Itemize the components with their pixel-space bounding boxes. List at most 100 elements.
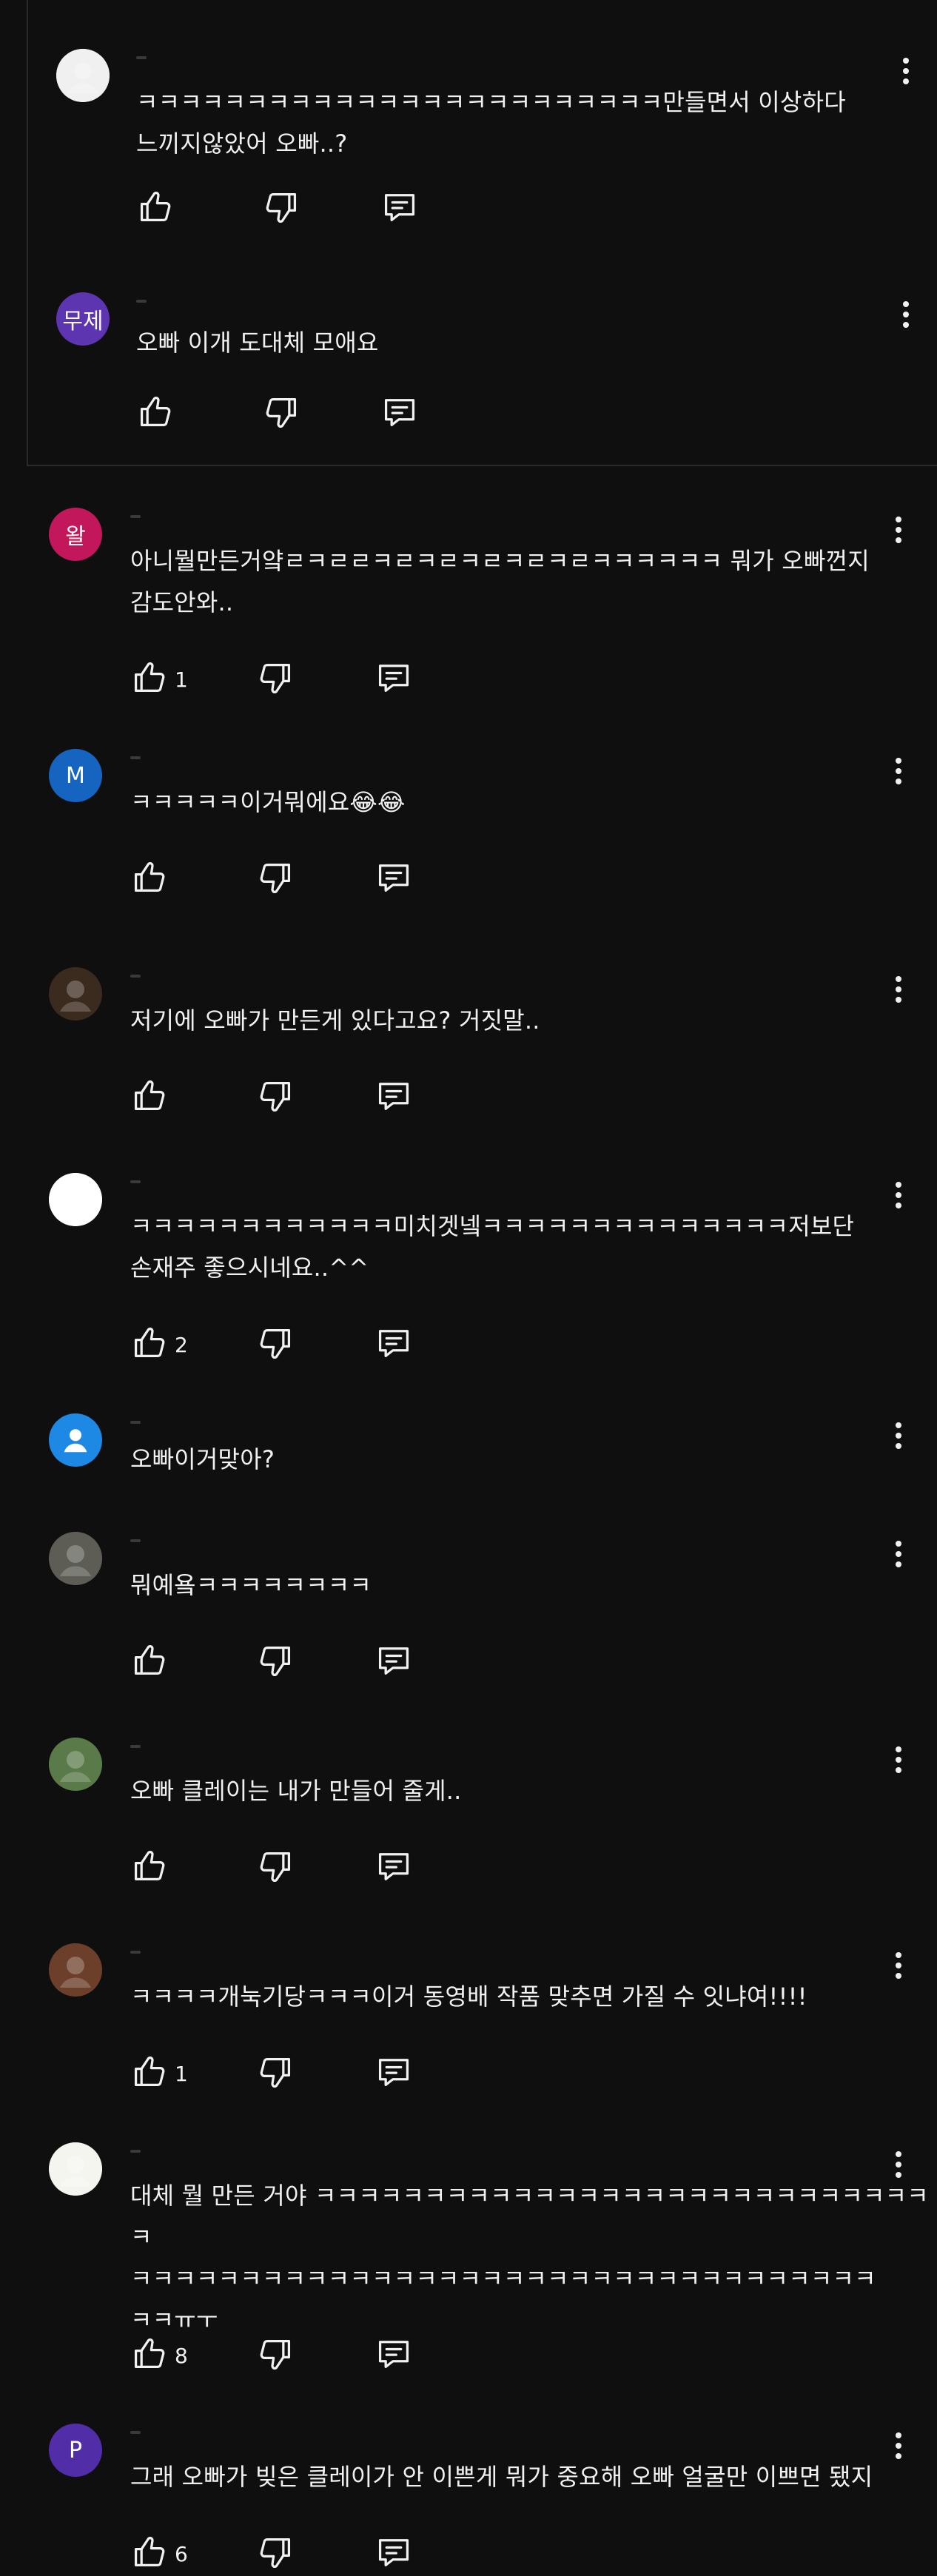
like-button[interactable]	[130, 1075, 169, 1120]
more-options-icon[interactable]	[890, 1532, 907, 1576]
comment-reply-icon	[375, 1324, 413, 1365]
reply-button[interactable]	[375, 2532, 413, 2576]
more-options-icon[interactable]	[890, 1738, 907, 1782]
reply-button[interactable]	[375, 1075, 413, 1120]
reply-button[interactable]	[375, 1846, 413, 1890]
avatar[interactable]	[49, 1738, 102, 1791]
comment-reply-icon	[375, 1077, 413, 1118]
more-options-icon[interactable]	[890, 508, 907, 552]
thumb-up-icon	[130, 1077, 169, 1118]
more-options-icon[interactable]	[897, 292, 915, 337]
avatar-initial: 왈	[65, 524, 86, 550]
more-options-icon[interactable]	[890, 2142, 907, 2187]
thumb-up-icon	[130, 1641, 169, 1683]
more-options-icon[interactable]	[890, 1943, 907, 1988]
like-button[interactable]: 1	[130, 2051, 188, 2096]
dislike-button[interactable]	[262, 391, 300, 436]
dislike-button[interactable]	[256, 657, 295, 702]
author-name[interactable]	[130, 1180, 141, 1183]
reply-button[interactable]	[375, 1640, 413, 1684]
like-button[interactable]: 6	[130, 2532, 188, 2576]
profile-photo-icon	[49, 1532, 102, 1585]
avatar[interactable]: M	[49, 749, 102, 802]
thumb-up-icon	[130, 2053, 169, 2094]
more-options-icon[interactable]	[890, 1413, 907, 1458]
avatar[interactable]	[49, 1943, 102, 1997]
like-button[interactable]	[130, 1640, 169, 1684]
avatar[interactable]: 무제	[56, 292, 110, 346]
comment-reply-icon	[380, 188, 419, 229]
dislike-button[interactable]	[256, 857, 295, 901]
author-name[interactable]	[130, 1951, 141, 1954]
more-options-icon[interactable]	[890, 2424, 907, 2468]
avatar-initial: M	[66, 762, 85, 789]
thumb-up-icon	[130, 659, 169, 700]
dislike-button[interactable]	[262, 186, 300, 231]
reply-button[interactable]	[380, 391, 419, 436]
author-name[interactable]	[130, 975, 141, 978]
dislike-button[interactable]	[256, 1075, 295, 1120]
thumb-down-icon	[256, 659, 295, 700]
author-name[interactable]	[130, 515, 141, 518]
profile-photo-icon	[49, 1738, 102, 1791]
comment-reply-icon	[375, 2335, 413, 2376]
avatar[interactable]	[56, 49, 110, 102]
dislike-button[interactable]	[256, 1322, 295, 1367]
comment-text: ㅋㅋㅋㅋㅋㅋㅋㅋㅋㅋㅋㅋ미치겟넼ㅋㅋㅋㅋㅋㅋㅋㅋㅋㅋㅋㅋㅋㅋ저보단 손재주 좋으…	[130, 1212, 855, 1282]
author-name[interactable]	[130, 1745, 141, 1748]
default-user-icon	[64, 1429, 87, 1453]
comment-item: 왈 아니뭘만든거얔ㄹㅋㄹㄹㅋㄹㅋㄹㅋㄹㅋㄹㅋㄹㅋㅋㅋㅋㅋㅋ 뭐가 오빠껀지 감도안…	[0, 508, 937, 702]
reply-button[interactable]	[375, 657, 413, 702]
more-options-icon[interactable]	[890, 967, 907, 1012]
reply-button[interactable]	[375, 2333, 413, 2378]
comment-text: ㅋㅋㅋㅋㅋㅋㅋㅋㅋㅋㅋㅋㅋㅋㅋㅋㅋㅋㅋㅋㅋㅋㅋㅋ만들면서 이상하다 느끼지않았어…	[136, 88, 846, 158]
comment-text: 대체 뭘 만든 거야 ㅋㅋㅋㅋㅋㅋㅋㅋㅋㅋㅋㅋㅋㅋㅋㅋㅋㅋㅋㅋㅋㅋㅋㅋㅋㅋㅋㅋㅋ…	[130, 2182, 929, 2334]
avatar[interactable]	[49, 2142, 102, 2196]
author-name[interactable]	[130, 756, 141, 759]
dislike-button[interactable]	[256, 2051, 295, 2096]
more-options-icon[interactable]	[897, 49, 915, 93]
like-button[interactable]: 2	[130, 1322, 188, 1367]
thumb-down-icon	[256, 2053, 295, 2094]
like-button[interactable]: 1	[130, 657, 188, 702]
comment-reply-icon	[375, 2053, 413, 2094]
reply-button[interactable]	[375, 1322, 413, 1367]
more-options-icon[interactable]	[890, 1173, 907, 1217]
avatar[interactable]	[49, 1173, 102, 1226]
author-name[interactable]	[130, 1421, 141, 1424]
dislike-button[interactable]	[256, 2333, 295, 2378]
reply-button[interactable]	[380, 186, 419, 231]
like-button[interactable]	[130, 1846, 169, 1890]
like-button[interactable]: 8	[130, 2333, 188, 2378]
reply-button[interactable]	[375, 2051, 413, 2096]
avatar[interactable]	[49, 1532, 102, 1585]
profile-photo-icon	[56, 49, 110, 102]
comment-item: 저기에 오빠가 만든게 있다고요? 거짓말..	[0, 967, 937, 1120]
comment-text: 오빠 클레이는 내가 만들어 줄게..	[130, 1777, 462, 1805]
dislike-button[interactable]	[256, 1846, 295, 1890]
thumb-down-icon	[262, 393, 300, 434]
avatar[interactable]	[49, 967, 102, 1020]
avatar[interactable]: P	[49, 2424, 102, 2477]
author-name[interactable]	[136, 300, 147, 303]
author-name[interactable]	[130, 2150, 141, 2153]
author-name[interactable]	[130, 2431, 141, 2434]
more-options-icon[interactable]	[890, 749, 907, 793]
thumb-up-icon	[136, 393, 175, 434]
author-name[interactable]	[130, 1539, 141, 1542]
dislike-button[interactable]	[256, 1640, 295, 1684]
comment-text: 뭐예욬ㅋㅋㅋㅋㅋㅋㅋㅋ	[130, 1571, 372, 1599]
like-button[interactable]	[130, 857, 169, 901]
thumb-up-icon	[136, 188, 175, 229]
avatar[interactable]: 왈	[49, 508, 102, 561]
dislike-button[interactable]	[256, 2532, 295, 2576]
thumb-down-icon	[256, 858, 295, 900]
author-name[interactable]	[136, 56, 147, 59]
reply-button[interactable]	[375, 857, 413, 901]
thumb-up-icon	[130, 2533, 169, 2575]
like-button[interactable]	[136, 391, 175, 436]
thumb-down-icon	[256, 2533, 295, 2575]
like-button[interactable]	[136, 186, 175, 231]
avatar[interactable]	[49, 1413, 102, 1467]
comment-item: 뭐예욬ㅋㅋㅋㅋㅋㅋㅋㅋ	[0, 1532, 937, 1684]
